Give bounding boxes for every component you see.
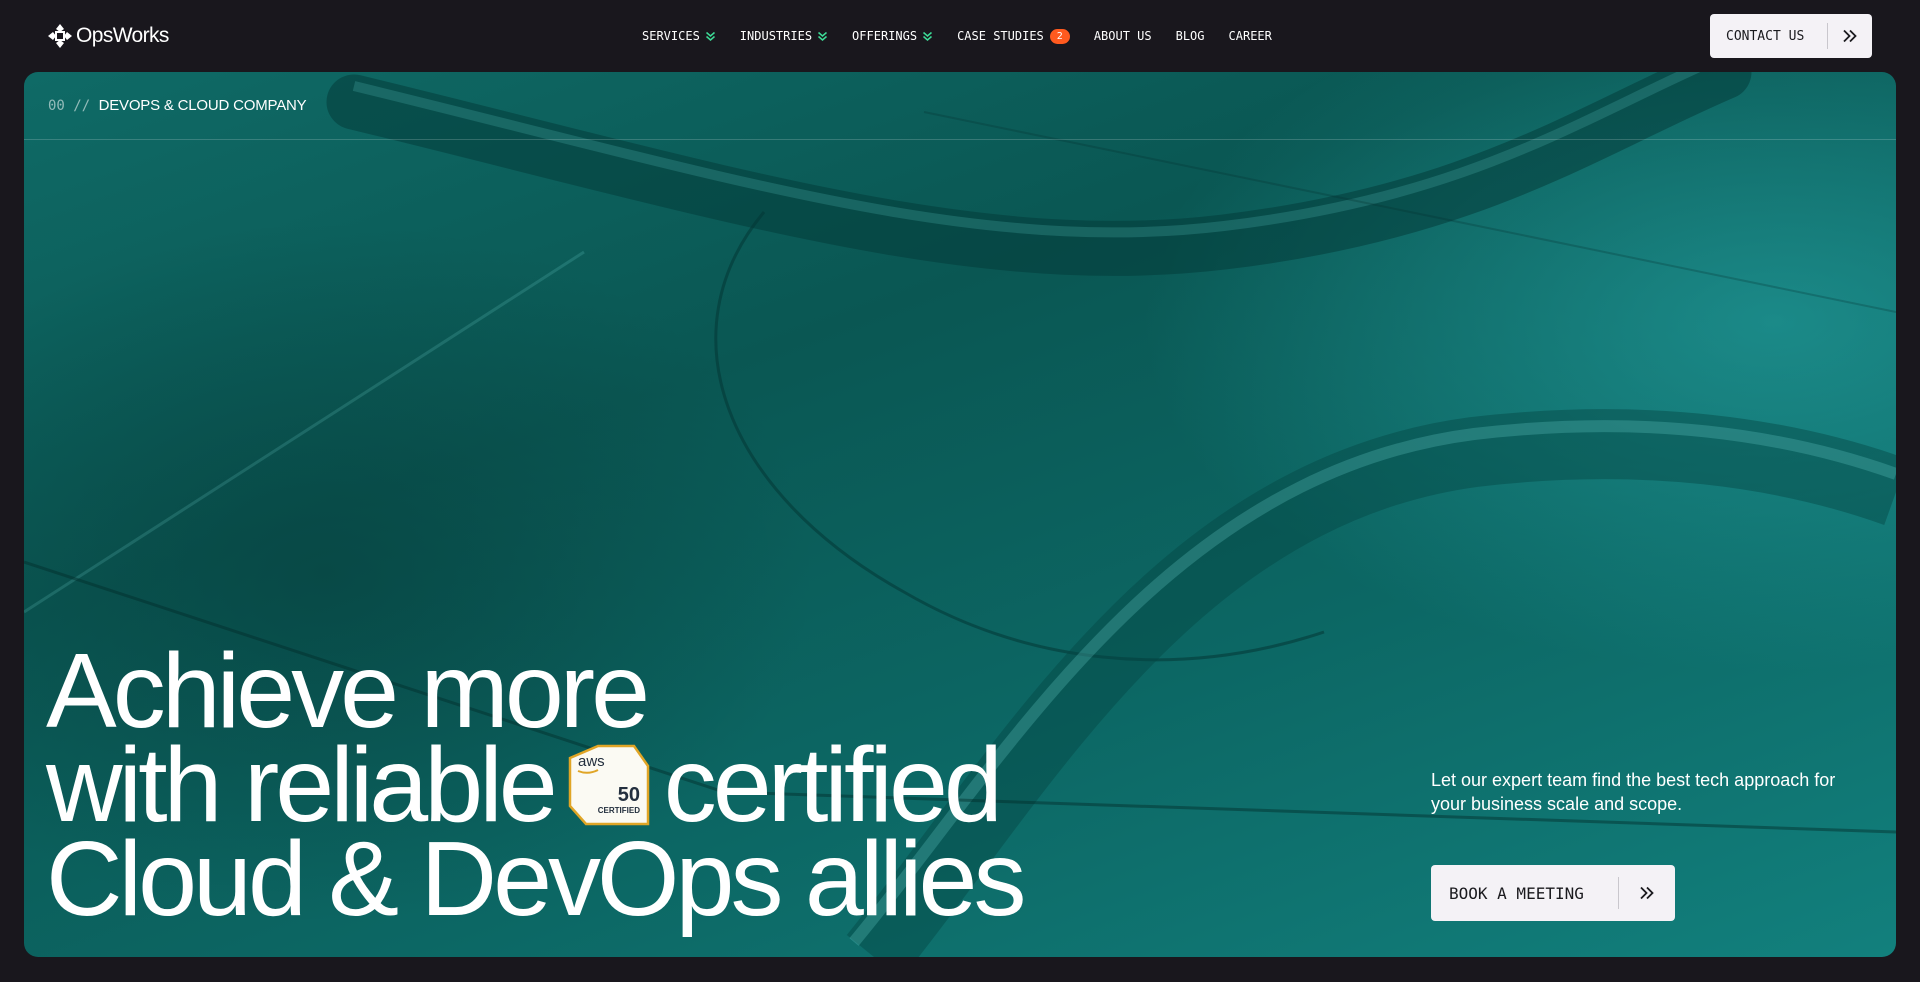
eyebrow-label: DEVOPS & CLOUD COMPANY (98, 97, 307, 114)
headline-line-2: with reliable aws 50 CERTIFIED certified (46, 732, 1146, 838)
nav-item-label: CAREER (1228, 29, 1272, 43)
hero-lead-text: Let our expert team find the best tech a… (1431, 770, 1836, 814)
logo-link[interactable]: OpsWorks (47, 22, 169, 50)
logo-text: OpsWorks (76, 24, 169, 47)
nav-item-label: SERVICES (642, 29, 700, 43)
main-nav: SERVICES INDUSTRIES OFFERINGS CASE STUDI… (642, 26, 1272, 46)
book-arrow (1619, 886, 1675, 900)
double-chevron-right-icon (1843, 29, 1857, 43)
aws-certified-badge-icon: aws 50 CERTIFIED (568, 744, 649, 826)
headline-line-3: Cloud & DevOps allies (46, 820, 1026, 938)
nav-item-label: BLOG (1175, 29, 1205, 43)
nav-item-industries[interactable]: INDUSTRIES (740, 29, 828, 43)
nav-item-services[interactable]: SERVICES (642, 29, 716, 43)
double-chevron-down-icon (923, 31, 933, 41)
nav-item-career[interactable]: CAREER (1229, 29, 1272, 43)
section-eyebrow: 00 // DEVOPS & CLOUD COMPANY (48, 97, 307, 114)
nav-item-label: INDUSTRIES (739, 29, 813, 43)
headline-line-1: Achieve more (46, 632, 650, 750)
nav-item-label: OFFERINGS (852, 29, 918, 43)
nav-item-label: CASE STUDIES (957, 29, 1044, 43)
top-navigation-bar: OpsWorks SERVICES INDUSTRIES OFFERINGS C… (0, 0, 1920, 72)
nav-item-offerings[interactable]: OFFERINGS (852, 29, 933, 43)
double-chevron-down-icon (705, 31, 715, 41)
eyebrow-number: 00 (48, 98, 65, 114)
nav-item-about-us[interactable]: ABOUT US (1094, 29, 1152, 43)
nav-item-blog[interactable]: BLOG (1176, 29, 1205, 43)
contact-arrow (1828, 29, 1872, 43)
aws-badge-caption: CERTIFIED (597, 806, 639, 815)
aws-badge-count: 50 (617, 784, 639, 806)
nav-item-case-studies[interactable]: CASE STUDIES 2 (957, 28, 1070, 44)
double-chevron-right-icon (1640, 886, 1654, 900)
hero-section: 00 // DEVOPS & CLOUD COMPANY Achieve mor… (24, 72, 1896, 957)
hero-headline: Achieve more with reliable aws 50 CERTIF… (46, 632, 1146, 938)
aws-badge-brand: aws (578, 753, 605, 770)
contact-us-button[interactable]: CONTACT US (1710, 14, 1872, 58)
case-studies-count-badge: 2 (1049, 28, 1070, 44)
book-a-meeting-label: BOOK A MEETING (1449, 883, 1584, 903)
book-a-meeting-button[interactable]: BOOK A MEETING (1431, 865, 1675, 921)
eyebrow-separator: // (73, 98, 91, 114)
contact-us-label: CONTACT US (1726, 28, 1805, 44)
hero-eyebrow-bar: 00 // DEVOPS & CLOUD COMPANY (24, 72, 1896, 140)
nav-item-label: ABOUT US (1093, 29, 1152, 43)
double-chevron-down-icon (818, 31, 828, 41)
opsworks-logo-icon (48, 24, 72, 48)
